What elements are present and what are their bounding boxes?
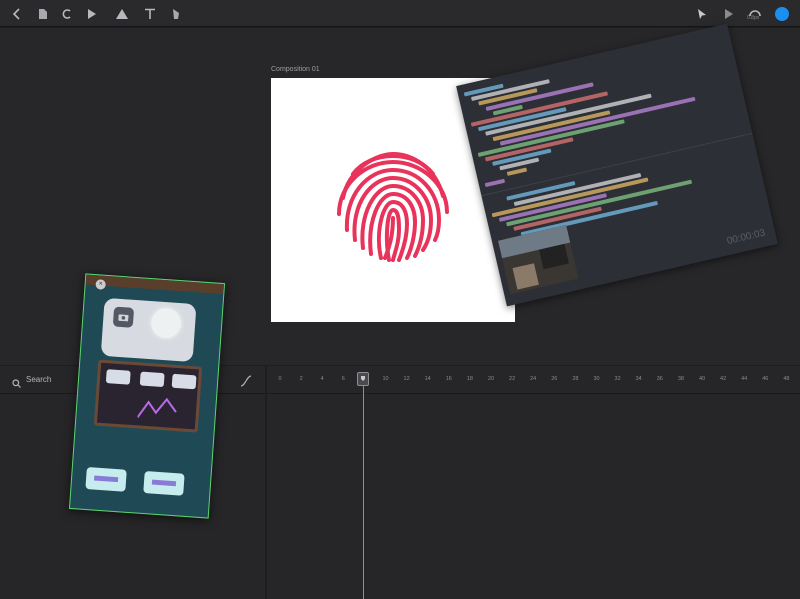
timeline-tick: 14 <box>424 376 431 382</box>
timeline-tick: 6 <box>341 376 345 382</box>
timeline-tick: 28 <box>572 376 579 382</box>
timeline-tick: 46 <box>762 376 769 382</box>
timeline-tick: 42 <box>720 376 727 382</box>
play-icon[interactable] <box>83 5 101 23</box>
timeline-tick: 44 <box>741 376 748 382</box>
timeline-tick: 26 <box>551 376 558 382</box>
brightness-icon[interactable] <box>150 307 183 340</box>
timeline-tick: 22 <box>509 376 516 382</box>
timeline-tick: 30 <box>593 376 600 382</box>
shape-triangle-icon[interactable] <box>113 5 131 23</box>
timecode-label: 00:00:03 <box>725 227 767 248</box>
game-button-left[interactable] <box>85 466 127 492</box>
timeline-tick: 16 <box>445 376 452 382</box>
close-icon[interactable]: × <box>95 279 107 290</box>
timeline-tick: 32 <box>614 376 621 382</box>
timeline-tick: 10 <box>382 376 389 382</box>
undo-icon[interactable] <box>58 5 76 23</box>
text-tool-icon[interactable] <box>141 5 159 23</box>
camera-icon[interactable] <box>112 306 135 328</box>
record-icon[interactable] <box>775 7 789 21</box>
timeline-ruler[interactable]: 0246810121416182022242628303234363840424… <box>267 366 800 394</box>
play-preview-icon[interactable] <box>720 5 738 23</box>
fingerprint-icon[interactable] <box>331 140 455 264</box>
search-icon <box>12 375 21 393</box>
timeline-tick: 0 <box>278 376 282 382</box>
code-line <box>484 178 506 187</box>
curve-icon[interactable] <box>240 374 252 392</box>
graph-icon <box>137 397 177 418</box>
timeline-tick: 24 <box>530 376 537 382</box>
timeline-tick: 38 <box>677 376 684 382</box>
game-control-panel <box>100 297 197 363</box>
pen-tool-icon[interactable] <box>167 5 185 23</box>
file-icon[interactable] <box>34 5 52 23</box>
timeline-tick: 34 <box>635 376 642 382</box>
timeline-tick: 18 <box>466 376 473 382</box>
timeline-tick: 48 <box>783 376 790 382</box>
code-line <box>506 167 528 176</box>
timeline-tick: 20 <box>487 376 495 382</box>
zoom-label: 0.8px <box>747 15 760 21</box>
search-label: Search <box>26 375 52 384</box>
select-arrow-icon[interactable] <box>693 5 711 23</box>
timeline-tick: 2 <box>299 376 303 382</box>
playhead-handle[interactable] <box>357 372 369 386</box>
game-button-right[interactable] <box>143 471 185 496</box>
top-toolbar: 0.8px <box>0 0 800 27</box>
timeline-panel: 0246810121416182022242628303234363840424… <box>267 366 800 599</box>
chalkboard <box>93 359 203 433</box>
board-button-middle[interactable] <box>139 371 165 388</box>
code-line <box>491 187 493 192</box>
board-button-left[interactable] <box>105 369 131 385</box>
game-screenshot-overlay[interactable]: × <box>68 273 226 519</box>
composition-title: Composition 01 <box>271 66 320 73</box>
timeline-tick: 4 <box>320 376 324 382</box>
board-button-right[interactable] <box>171 373 197 390</box>
timeline-tick: 36 <box>656 376 663 382</box>
timeline-tick: 40 <box>698 376 706 382</box>
code-line <box>499 192 501 197</box>
back-chevron-icon[interactable] <box>8 5 26 23</box>
playhead-line <box>363 386 364 599</box>
timeline-tick: 12 <box>403 376 410 382</box>
